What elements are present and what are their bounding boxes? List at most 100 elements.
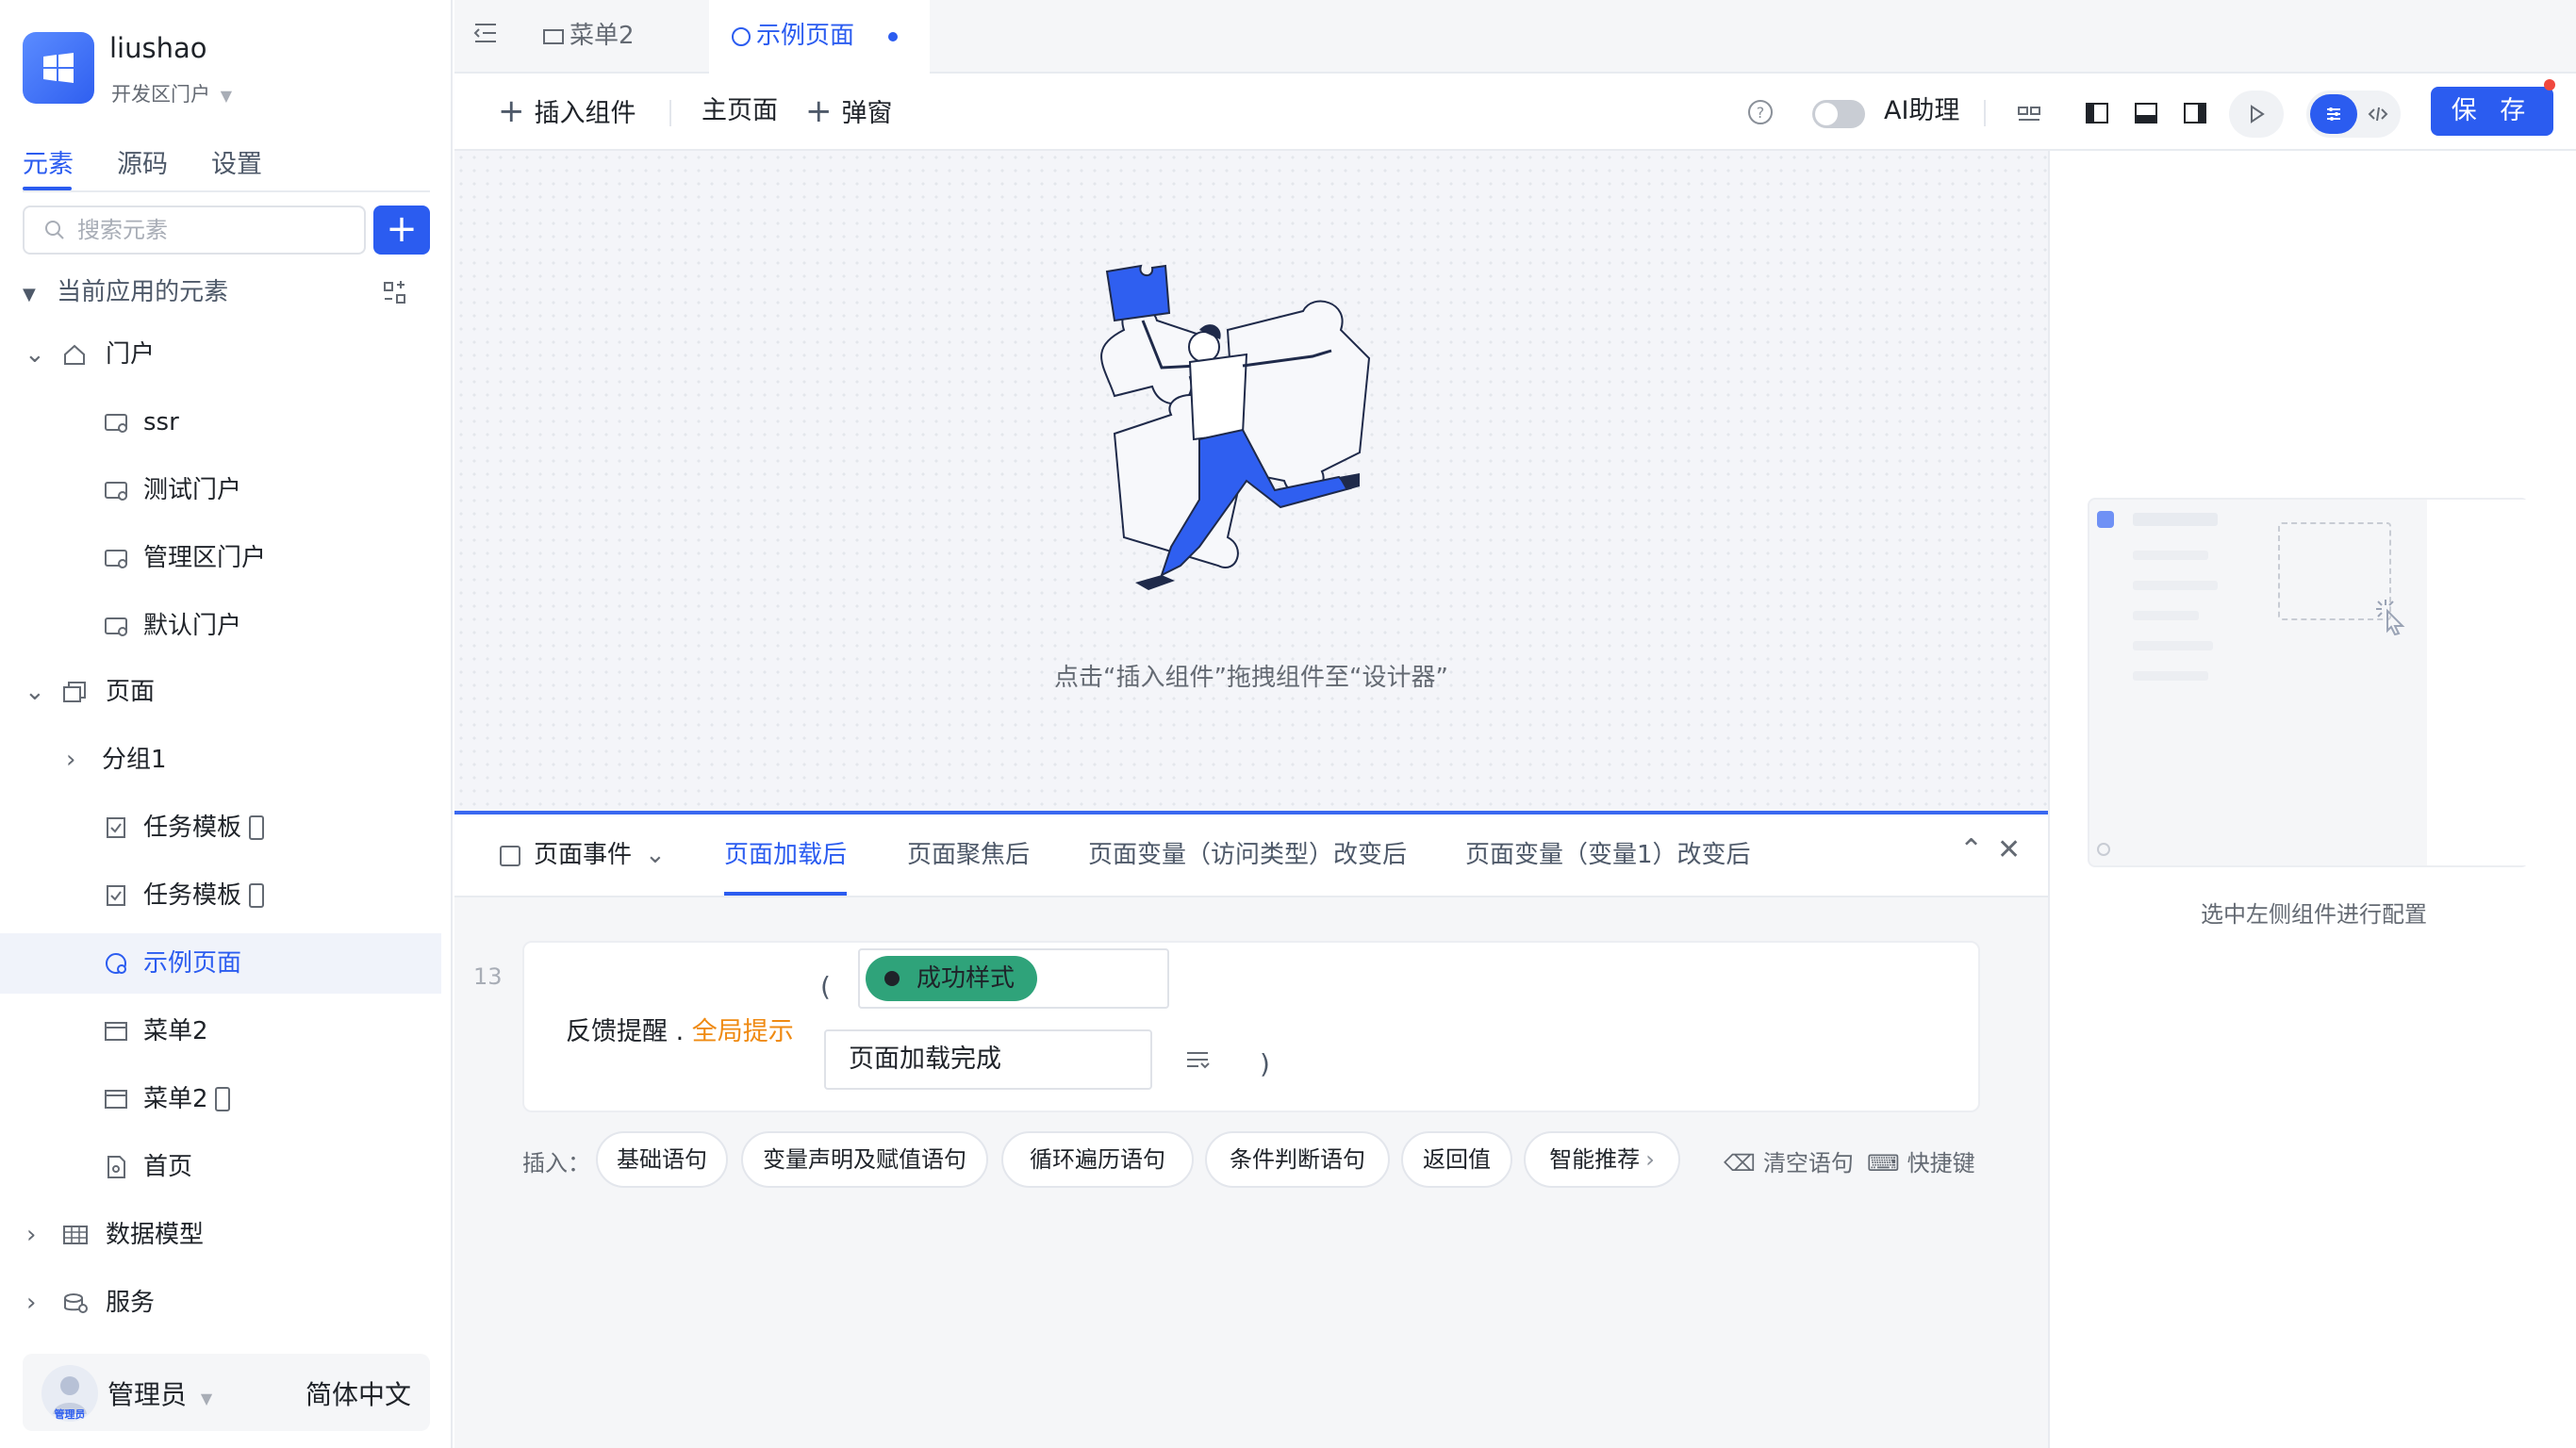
- chevron-right-icon: ›: [66, 746, 76, 774]
- unsaved-dot: [888, 31, 899, 41]
- svg-text:?: ?: [1757, 104, 1765, 122]
- designer-canvas[interactable]: 点击“插入组件”拖拽组件至“设计器”: [454, 151, 2048, 811]
- user-name: 管理员: [107, 1379, 188, 1410]
- tree-item-label: ssr: [143, 408, 179, 436]
- tree-item-group1[interactable]: › 分组1: [0, 730, 441, 790]
- form-icon: [104, 865, 128, 926]
- caret-down-icon: ▼: [23, 285, 36, 304]
- tree-item-default-portal[interactable]: 默认门户: [0, 596, 441, 656]
- tree-item-services[interactable]: › 服务: [0, 1273, 441, 1333]
- success-style-tag: 成功样式: [866, 956, 1038, 1001]
- section-current-app[interactable]: ▼ 当前应用的元素: [23, 272, 438, 313]
- clear-statements-button[interactable]: ⌫ 清空语句: [1724, 1144, 1854, 1177]
- tree-item-label: 任务模板: [143, 814, 242, 842]
- right-panel-icon[interactable]: [2182, 100, 2208, 126]
- element-grid-icon[interactable]: [383, 281, 407, 305]
- tree-item-label: 默认门户: [143, 612, 242, 640]
- tab-var1-changed[interactable]: 页面变量（变量1）改变后: [1465, 814, 1751, 896]
- plus-icon: +: [386, 207, 418, 251]
- ai-assistant-toggle[interactable]: [1812, 100, 1865, 128]
- code-view-button[interactable]: [2359, 94, 2397, 134]
- settings-view-button[interactable]: [2310, 94, 2357, 134]
- bottom-panel-icon[interactable]: [2133, 100, 2159, 126]
- event-panel: 页面事件 ⌄ 页面加载后 页面聚焦后 页面变量（访问类型）改变后 页面变量（变量1…: [454, 811, 2048, 1448]
- tree-item-data-model[interactable]: › 数据模型: [0, 1205, 441, 1265]
- tree-item-menu2-a[interactable]: 菜单2: [0, 1001, 441, 1061]
- tree-item-pages[interactable]: ⌄ 页面: [0, 662, 441, 722]
- layout-icon[interactable]: [2016, 100, 2042, 126]
- home-icon: [62, 324, 87, 385]
- tab-label: 示例页面: [756, 22, 855, 50]
- tree-item-label: 菜单2: [143, 1085, 208, 1113]
- chip-basic-statement[interactable]: 基础语句: [596, 1131, 728, 1188]
- help-icon[interactable]: ?: [1746, 98, 1775, 126]
- insert-component-label: 插入组件: [534, 99, 636, 128]
- statement-method: 全局提示: [691, 1017, 794, 1046]
- tab-settings[interactable]: 设置: [211, 143, 262, 180]
- style-select[interactable]: 成功样式: [858, 948, 1169, 1009]
- tab-elements[interactable]: 元素: [23, 143, 74, 180]
- popup-label: 弹窗: [841, 99, 893, 128]
- chip-condition-statement[interactable]: 条件判断语句: [1205, 1131, 1390, 1188]
- skeleton-line: [2133, 671, 2208, 681]
- tree-item-portal[interactable]: ⌄ 门户: [0, 324, 441, 385]
- expression-icon[interactable]: [1184, 1046, 1211, 1073]
- window-icon: [104, 1069, 128, 1129]
- tab-page-loaded[interactable]: 页面加载后: [724, 814, 847, 896]
- tree-item-home[interactable]: 首页: [0, 1137, 441, 1197]
- tree-item-example-page[interactable]: 示例页面: [0, 933, 441, 994]
- main-page-button[interactable]: 主页面: [702, 74, 778, 151]
- tab-menu2[interactable]: 菜单2: [543, 0, 639, 74]
- add-element-button[interactable]: +: [373, 206, 430, 255]
- doc-icon: [104, 1137, 128, 1197]
- user-footer: 管理员 管理员 ▼ 简体中文: [23, 1354, 430, 1431]
- insert-label: 插入：: [522, 1150, 590, 1176]
- chevron-down-icon: ⌄: [645, 841, 666, 869]
- open-paren: (: [820, 971, 831, 1002]
- left-panel-icon[interactable]: [2084, 100, 2110, 126]
- chevron-right-icon: ›: [1645, 1146, 1655, 1173]
- search-placeholder: 搜索元素: [77, 217, 168, 243]
- tab-page-focused[interactable]: 页面聚焦后: [907, 814, 1030, 896]
- tab-var-access-type-changed[interactable]: 页面变量（访问类型）改变后: [1088, 814, 1407, 896]
- close-icon[interactable]: ✕: [1997, 833, 2021, 866]
- page-events-dropdown[interactable]: 页面事件 ⌄: [500, 814, 666, 896]
- shortcut-button[interactable]: ⌨ 快捷键: [1867, 1144, 1975, 1177]
- tree-item-admin-portal[interactable]: 管理区门户: [0, 528, 441, 588]
- language-switch[interactable]: 简体中文: [305, 1374, 411, 1412]
- sliders-icon: [2327, 107, 2340, 121]
- chip-smart-recommend[interactable]: 智能推荐 ›: [1524, 1131, 1680, 1188]
- portal-icon: [104, 596, 128, 656]
- chip-return-value[interactable]: 返回值: [1401, 1131, 1512, 1188]
- tree-item-task-template-1[interactable]: 任务模板: [0, 798, 441, 858]
- chip-loop-statement[interactable]: 循环遍历语句: [1001, 1131, 1194, 1188]
- avatar[interactable]: 管理员: [41, 1365, 98, 1422]
- app-portal-dropdown[interactable]: 开发区门户 ▼: [111, 79, 232, 107]
- collapse-sidebar-icon[interactable]: [471, 19, 500, 47]
- tree-item-ssr[interactable]: ssr: [0, 392, 441, 452]
- save-button[interactable]: 保 存: [2431, 87, 2553, 136]
- config-placeholder-illustration: [2088, 498, 2529, 867]
- plus-icon: +: [498, 92, 525, 130]
- tree-item-test-portal[interactable]: 测试门户: [0, 460, 441, 520]
- mobile-icon: [213, 1069, 232, 1129]
- user-menu[interactable]: 管理员 ▼: [107, 1374, 212, 1412]
- search-input[interactable]: 搜索元素: [23, 206, 366, 255]
- portal-icon: [104, 460, 128, 520]
- tab-label: 菜单2: [570, 22, 635, 50]
- tab-example-page[interactable]: 示例页面: [709, 0, 930, 74]
- chevron-down-icon: ⌄: [25, 678, 45, 706]
- insert-component-button[interactable]: + 插入组件: [498, 74, 636, 151]
- skeleton-line: [2133, 513, 2218, 526]
- chip-variable-declaration[interactable]: 变量声明及赋值语句: [741, 1131, 988, 1188]
- tab-source[interactable]: 源码: [117, 143, 168, 180]
- service-icon: [62, 1273, 89, 1333]
- tree-item-task-template-2[interactable]: 任务模板: [0, 865, 441, 926]
- code-statement-block[interactable]: 反馈提醒 . 全局提示 ( 成功样式 页面加载完成 ): [522, 941, 1980, 1112]
- tree-item-menu2-b[interactable]: 菜单2: [0, 1069, 441, 1129]
- popup-button[interactable]: + 弹窗: [805, 74, 893, 151]
- collapse-panel-icon[interactable]: ⌃: [1959, 833, 1983, 866]
- config-hint: 选中左侧组件进行配置: [2201, 901, 2427, 928]
- message-input[interactable]: 页面加载完成: [824, 1029, 1152, 1090]
- preview-button[interactable]: [2229, 90, 2284, 138]
